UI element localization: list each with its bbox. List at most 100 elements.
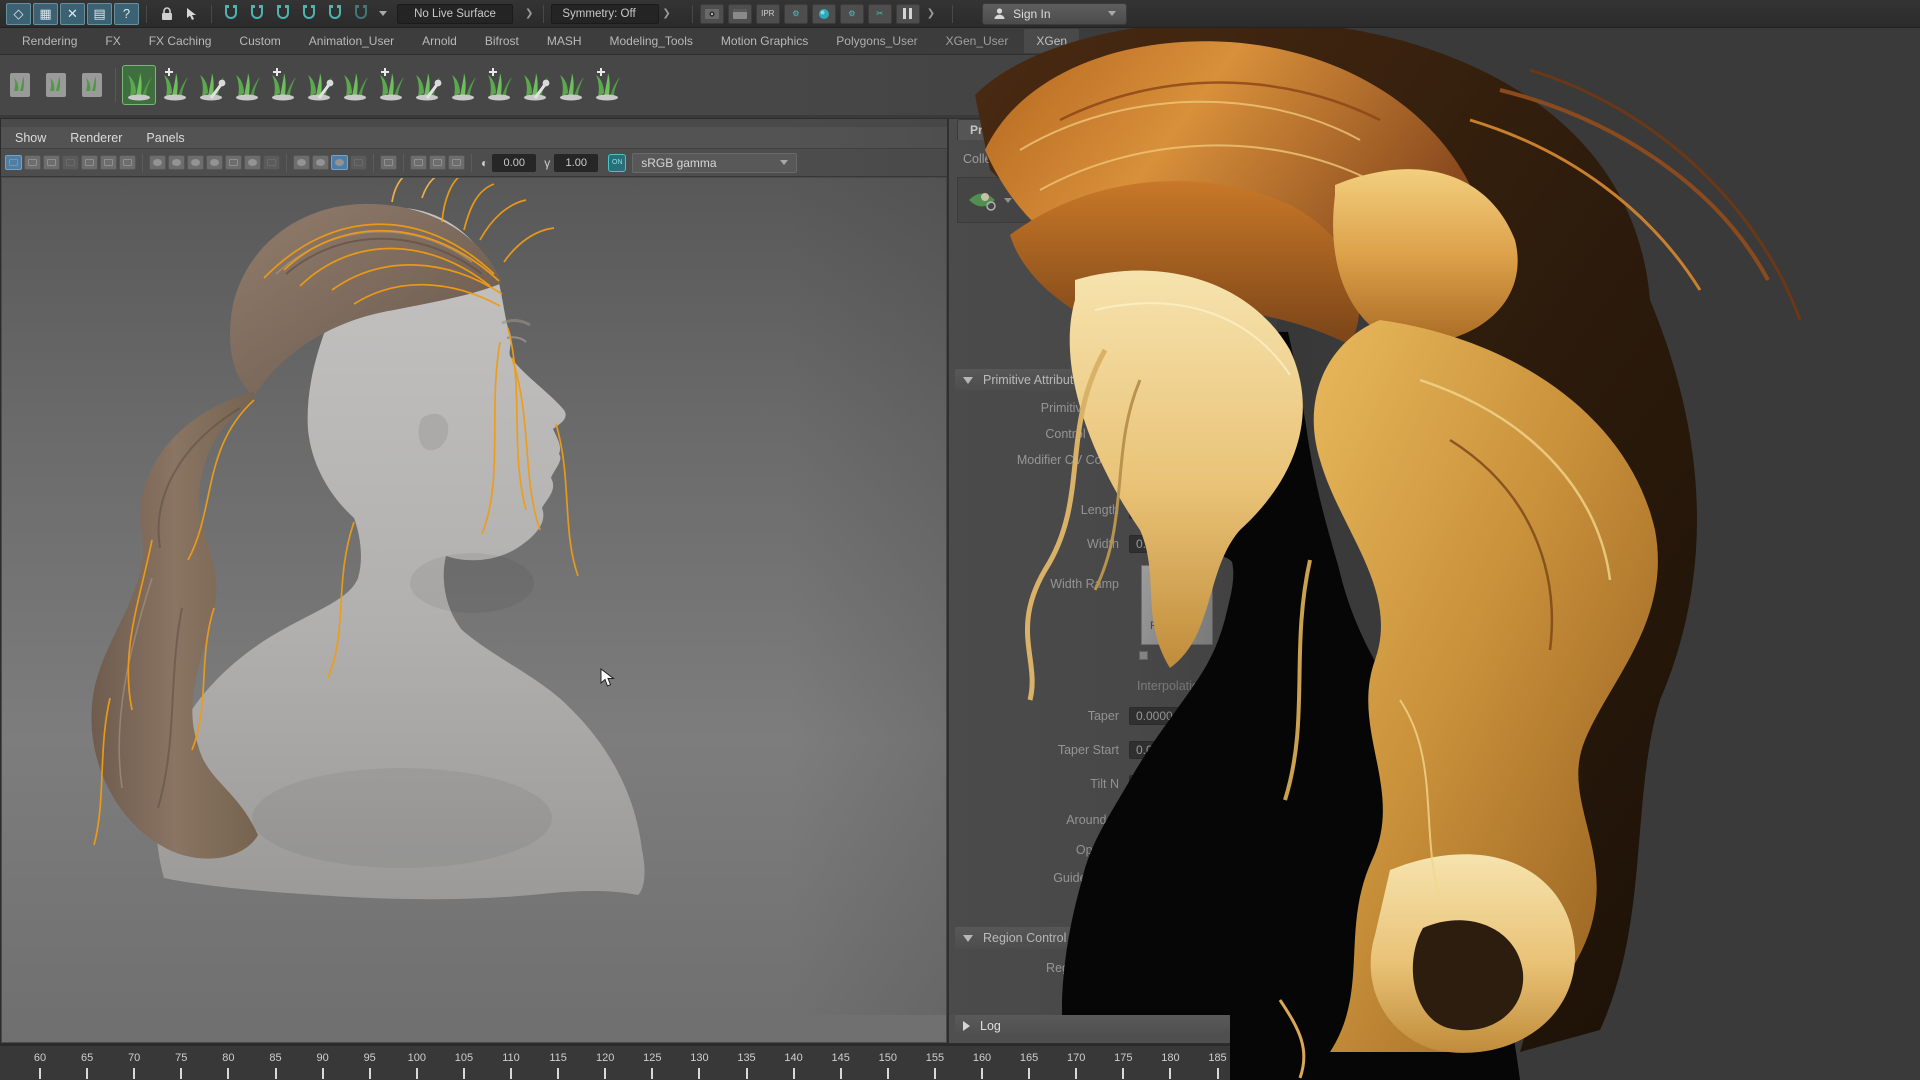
primitive-display-caret-icon[interactable] xyxy=(1004,198,1012,203)
primitive-type-select[interactable]: Spl xyxy=(1129,399,1269,417)
symmetry-field[interactable]: Symmetry: Off xyxy=(551,4,659,24)
time-slider[interactable]: 6065707580859095100105110115120125130135… xyxy=(0,1044,1920,1080)
shelf-tab-arnold[interactable]: Arnold xyxy=(410,29,469,53)
xgen-clear-guides-icon[interactable] xyxy=(39,65,73,105)
add-remove-guides-icon[interactable] xyxy=(1082,185,1118,215)
shelf-tab-xgen-user[interactable]: XGen_User xyxy=(934,29,1021,53)
rebuild-button[interactable]: Rebuild xyxy=(1129,869,1239,889)
xgen-description-editor-icon[interactable] xyxy=(3,65,37,105)
collapse-arrow-icon[interactable]: ❯ xyxy=(927,8,935,19)
collection-name-field[interactable]: hair xyxy=(1037,150,1265,168)
safe-action-icon[interactable] xyxy=(100,155,117,170)
taper-start-field[interactable]: 0.0000 xyxy=(1129,741,1215,759)
taper-field[interactable]: 0.0000 xyxy=(1129,707,1215,725)
shelf-tab-fx[interactable]: FX xyxy=(93,29,132,53)
shadows-icon[interactable] xyxy=(263,155,280,170)
shelf-tab-yeti[interactable]: Yeti xyxy=(1083,29,1127,53)
option-row[interactable] xyxy=(1129,265,1148,277)
grid-icon[interactable] xyxy=(5,155,22,170)
modifier-cv-count-field[interactable]: 40 xyxy=(1129,451,1215,469)
width-slider[interactable] xyxy=(1229,537,1273,540)
checker-material-icon[interactable] xyxy=(225,155,242,170)
width-brush-icon[interactable] xyxy=(446,65,480,105)
frame-tick[interactable] xyxy=(322,1068,324,1079)
wireframe-icon[interactable] xyxy=(149,155,166,170)
clump-brush-icon[interactable] xyxy=(482,65,516,105)
snap-projected-center-icon[interactable] xyxy=(297,3,321,25)
frame-tick[interactable] xyxy=(746,1068,748,1079)
uniform-cvs-checkbox[interactable]: ✓ xyxy=(1129,478,1141,490)
frame-tick[interactable] xyxy=(227,1068,229,1079)
make-live-icon[interactable] xyxy=(349,3,373,25)
viewport-canvas[interactable]: persp xyxy=(2,178,946,1042)
gamma-field[interactable]: 1.00 xyxy=(554,154,598,172)
length-field[interactable]: 1.0000 xyxy=(1129,501,1215,519)
frame-tick[interactable] xyxy=(86,1068,88,1079)
shelf-tab-motion-graphics[interactable]: Motion Graphics xyxy=(709,29,820,53)
toggle-guide-display-icon[interactable] xyxy=(1016,185,1052,215)
shelf-tab-polygons-user[interactable]: Polygons_User xyxy=(824,29,929,53)
around-n-field[interactable]: 0.0000 xyxy=(1129,811,1215,829)
frame-tick[interactable] xyxy=(1122,1068,1124,1079)
xgen-export-patches-icon[interactable] xyxy=(75,65,109,105)
image-plane-icon[interactable] xyxy=(448,155,465,170)
menu-panels[interactable]: Panels xyxy=(146,131,184,145)
render-settings-icon[interactable]: ⚙ xyxy=(784,4,808,24)
menu-renderer[interactable]: Renderer xyxy=(70,131,122,145)
frame-tick[interactable] xyxy=(981,1068,983,1079)
tilt-n-slider[interactable] xyxy=(1229,777,1273,780)
frame-tick[interactable] xyxy=(840,1068,842,1079)
tilt-n-field[interactable]: 0.0000 xyxy=(1129,775,1215,793)
frame-tick[interactable] xyxy=(1217,1068,1219,1079)
smooth-shade-icon[interactable] xyxy=(168,155,185,170)
region-mask-field[interactable]: 0.0 xyxy=(1129,959,1215,977)
shelf-tab-custom[interactable]: Custom xyxy=(227,29,292,53)
isolate-select-icon[interactable] xyxy=(380,155,397,170)
taper-start-slider[interactable] xyxy=(1229,743,1273,746)
set-length-button[interactable]: Set Leng xyxy=(1129,897,1239,917)
ramp-key-marker[interactable] xyxy=(1139,651,1148,660)
plugin-filter-icon[interactable] xyxy=(350,155,367,170)
uniform-cvs-row[interactable]: ✓ Unif xyxy=(1129,477,1170,491)
toggle-primitive-display-icon[interactable] xyxy=(964,185,1000,215)
snap-options-caret-icon[interactable] xyxy=(379,11,387,16)
field-chart-icon[interactable] xyxy=(81,155,98,170)
live-surface-field[interactable]: No Live Surface xyxy=(397,4,513,24)
groom-tool-icon[interactable] xyxy=(194,65,228,105)
taper-slider[interactable] xyxy=(1229,709,1273,712)
frame-tick[interactable] xyxy=(463,1068,465,1079)
around-n-slider[interactable] xyxy=(1229,813,1273,816)
snapshot-icon[interactable] xyxy=(410,155,427,170)
option-checkbox[interactable] xyxy=(1129,316,1141,328)
pause-icon[interactable] xyxy=(896,4,920,24)
film-tool-icon[interactable]: ▤ xyxy=(87,3,112,25)
selection-mask-icon[interactable]: ◇ xyxy=(6,3,31,25)
frame-tick[interactable] xyxy=(369,1068,371,1079)
snap-grid-icon[interactable] xyxy=(219,3,243,25)
collapse-arrow-icon[interactable]: ❯ xyxy=(525,8,533,19)
frame-tick[interactable] xyxy=(275,1068,277,1079)
place-guides-icon[interactable] xyxy=(590,65,624,105)
hypershade-icon[interactable] xyxy=(812,4,836,24)
snap-view-plane-icon[interactable] xyxy=(323,3,347,25)
noise-brush-icon[interactable] xyxy=(518,65,552,105)
lighting-icon[interactable] xyxy=(244,155,261,170)
safe-title-icon[interactable] xyxy=(119,155,136,170)
textured-icon[interactable] xyxy=(187,155,204,170)
region-control-header[interactable]: Region Control xyxy=(955,927,1269,949)
multi-copy-icon[interactable] xyxy=(429,155,446,170)
cut-brush-icon[interactable] xyxy=(374,65,408,105)
frame-tick[interactable] xyxy=(887,1068,889,1079)
length-slider[interactable] xyxy=(1229,503,1273,506)
film-gate-icon[interactable] xyxy=(24,155,41,170)
render-current-frame-icon[interactable] xyxy=(728,4,752,24)
menu-show[interactable]: Show xyxy=(15,131,46,145)
create-description-icon[interactable] xyxy=(122,65,156,105)
gate-mask-icon[interactable] xyxy=(62,155,79,170)
part-brush-icon[interactable] xyxy=(554,65,588,105)
help-icon[interactable]: ? xyxy=(114,3,139,25)
shelf-tab-fx-caching[interactable]: FX Caching xyxy=(137,29,224,53)
comb-brush-icon[interactable] xyxy=(302,65,336,105)
primitive-attributes-header[interactable]: Primitive Attributes xyxy=(955,369,1269,391)
shelf-tab-xgen[interactable]: XGen xyxy=(1024,29,1079,53)
